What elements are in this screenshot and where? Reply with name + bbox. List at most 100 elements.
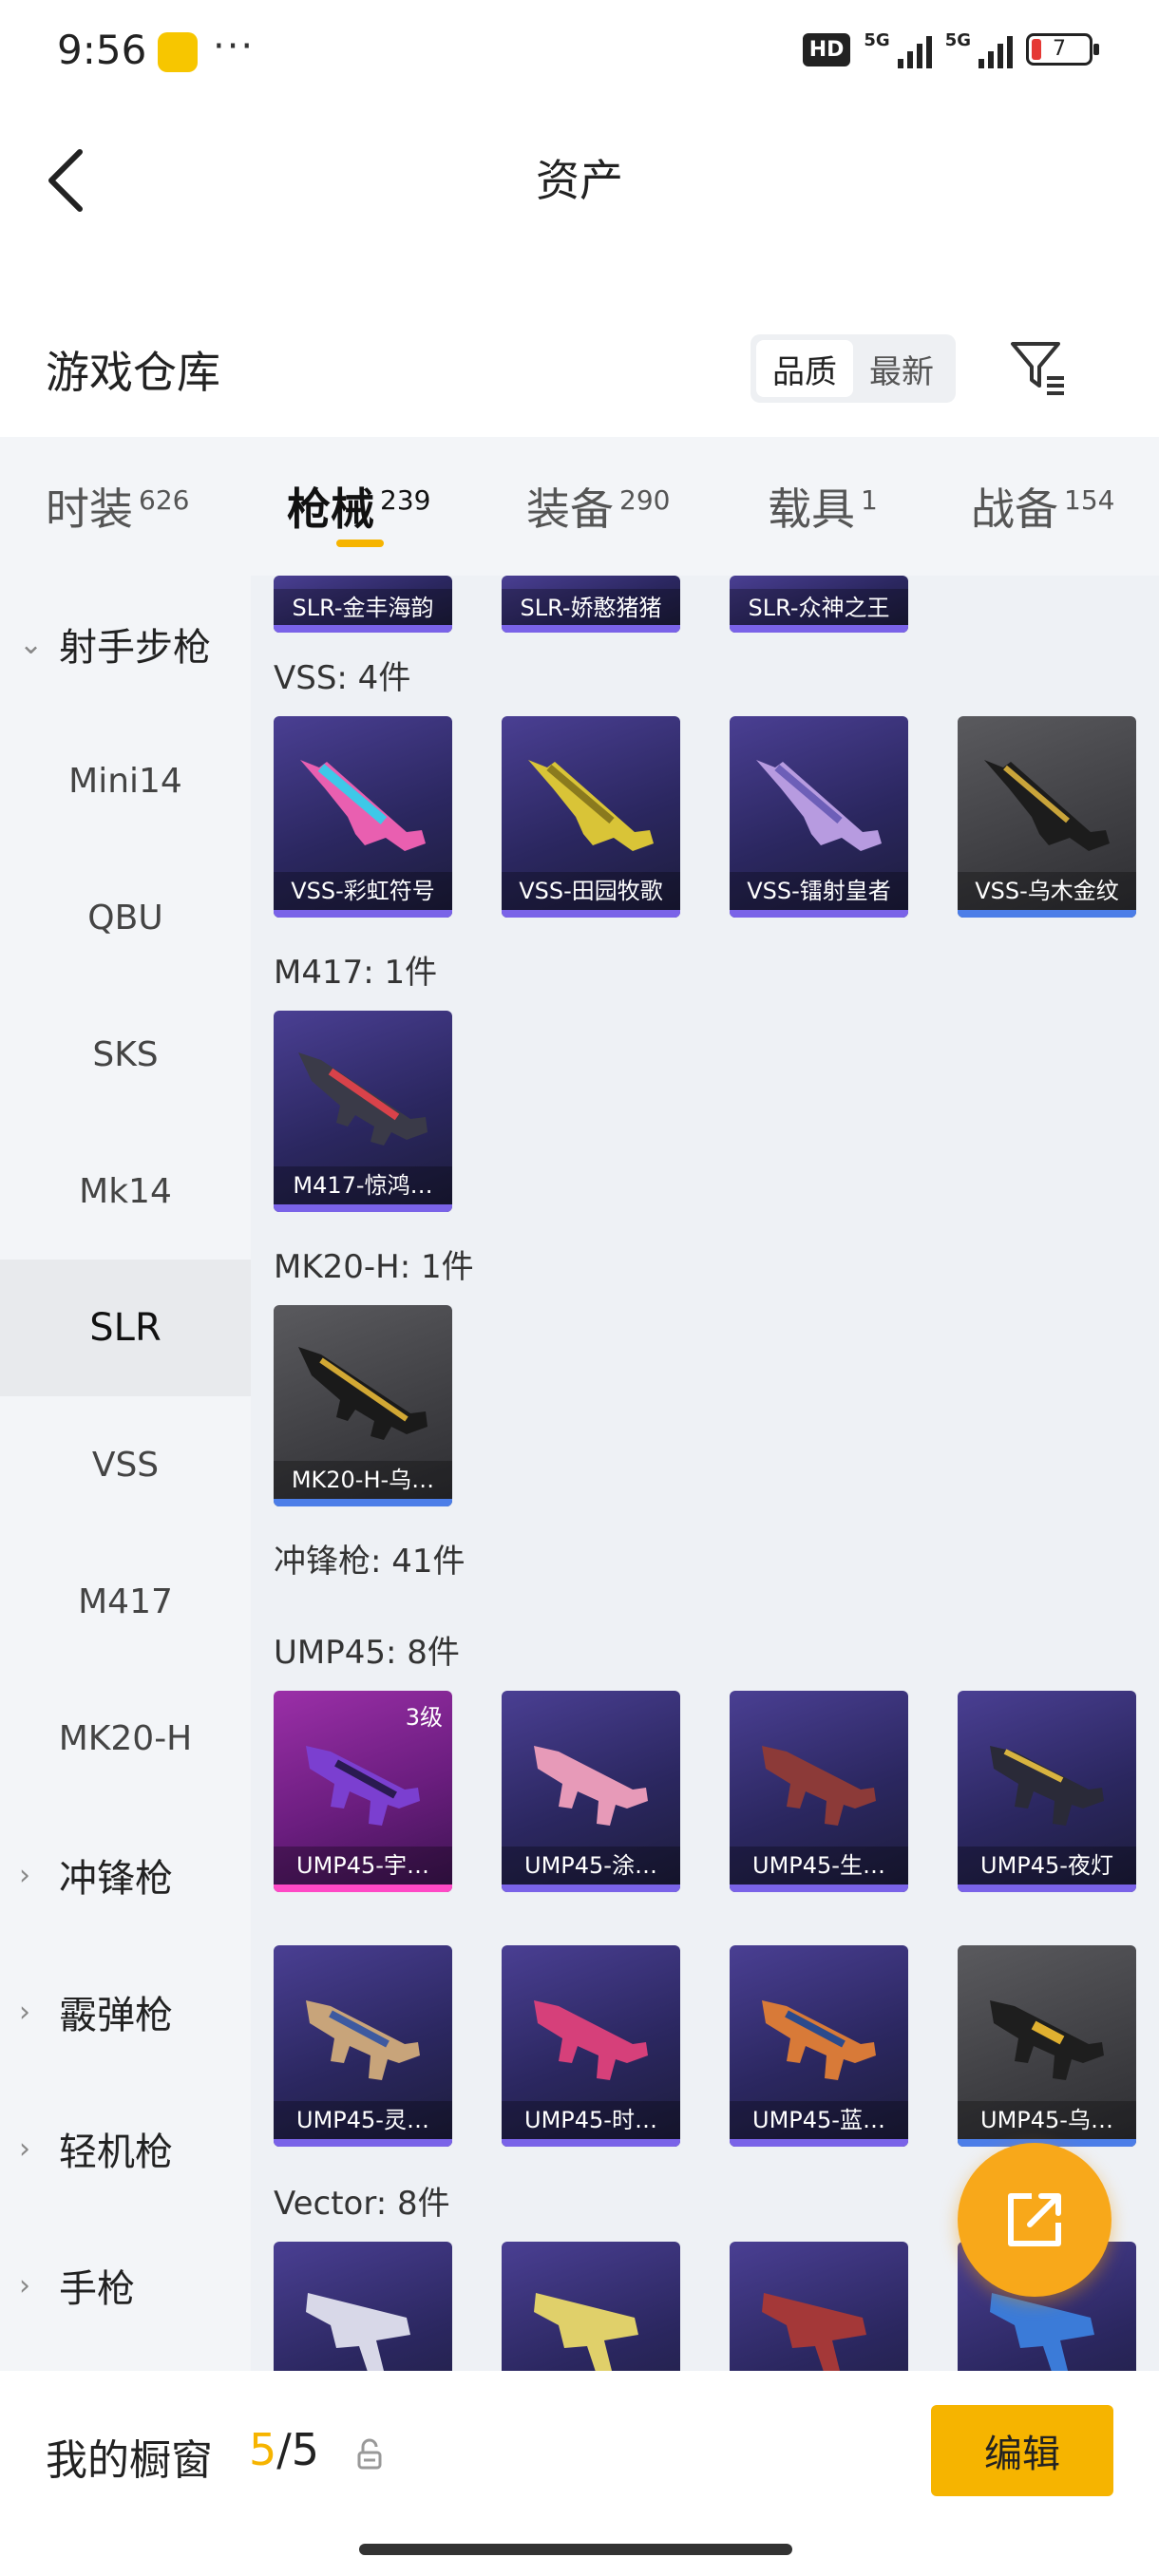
- tab-active-indicator: [336, 540, 384, 547]
- weapon-card-name: SLR-众神之王: [730, 589, 908, 627]
- tab-label: 时装: [46, 483, 133, 535]
- status-right: HD 5G 5G 7: [802, 30, 1099, 68]
- lock-icon: [357, 2438, 382, 2470]
- weapon-card[interactable]: SLR-金丰海韵: [274, 576, 452, 633]
- weapon-card[interactable]: 3级 UMP45-宇…: [274, 1691, 452, 1892]
- status-time: 9:56: [57, 27, 147, 73]
- weapon-grid: SLR-金丰海韵 SLR-娇憨猪猪 SLR-众神之王 VSS: 4件 VSS-彩…: [251, 576, 1159, 2371]
- rarity-bar: [730, 1885, 908, 1892]
- smg-icon: [534, 1746, 648, 1826]
- edit-button[interactable]: 编辑: [931, 2405, 1113, 2496]
- weapon-card-name: VSS-镭射皇者: [730, 872, 908, 910]
- weapon-type-sidebar: ⌄ 射手步枪 Mini14 QBU SKS Mk14 SLR VSS M417 …: [0, 576, 251, 2371]
- weapon-card[interactable]: UMP45-灵…: [274, 1945, 452, 2147]
- chevron-right-icon: ›: [19, 2268, 30, 2302]
- weapon-card[interactable]: M417-惊鸿…: [274, 1011, 452, 1212]
- sidebar-item-label: SKS: [92, 1034, 159, 1074]
- showcase-total: 5: [291, 2424, 320, 2475]
- tab-count: 239: [380, 483, 431, 516]
- smg-icon: [762, 2000, 876, 2080]
- weapon-card-name: VSS-田园牧歌: [502, 872, 680, 910]
- sort-quality-button[interactable]: 品质: [756, 340, 853, 397]
- warehouse-title: 游戏仓库: [46, 347, 220, 398]
- sidebar-item-mini14[interactable]: Mini14: [0, 712, 251, 849]
- filter-icon[interactable]: [1007, 336, 1068, 397]
- assault-rifle-icon: [298, 1347, 428, 1440]
- home-indicator[interactable]: [359, 2544, 792, 2555]
- sidebar-item-mk20h[interactable]: MK20-H: [0, 1670, 251, 1807]
- hd-badge: HD: [802, 32, 851, 66]
- weapon-card[interactable]: VSS-彩虹符号: [274, 716, 452, 918]
- app-header: 资产: [0, 114, 1159, 247]
- sort-toggle: 品质 最新: [750, 334, 956, 403]
- sidebar-item-slr[interactable]: SLR: [0, 1260, 251, 1396]
- sidebar-item-label: 霰弹枪: [59, 1994, 173, 2037]
- weapon-card[interactable]: [730, 2242, 908, 2371]
- app-notification-icon: [158, 32, 198, 72]
- rarity-bar: [958, 910, 1136, 918]
- battery-icon: 7: [1026, 33, 1099, 66]
- weapon-card[interactable]: UMP45-时…: [502, 1945, 680, 2147]
- section-label-m417: M417: 1件: [274, 954, 438, 992]
- weapon-card-name: UMP45-生…: [730, 1847, 908, 1885]
- sidebar-item-label: M417: [78, 1582, 173, 1621]
- weapon-card[interactable]: UMP45-涂…: [502, 1691, 680, 1892]
- weapon-card[interactable]: VSS-镭射皇者: [730, 716, 908, 918]
- section-label-smg: 冲锋枪: 41件: [274, 1543, 466, 1581]
- smg-icon: [306, 1746, 420, 1826]
- tab-count: 290: [619, 483, 671, 516]
- rarity-bar: [274, 625, 452, 633]
- weapon-card[interactable]: [274, 2242, 452, 2371]
- sidebar-item-m417[interactable]: M417: [0, 1533, 251, 1670]
- sidebar-item-shotgun[interactable]: › 霰弹枪: [0, 1943, 251, 2080]
- sidebar-item-label: MK20-H: [58, 1718, 193, 1758]
- weapon-card-name: SLR-娇憨猪猪: [502, 589, 680, 627]
- sidebar-item-label: 冲锋枪: [59, 1857, 173, 1901]
- section-label-mk20h: MK20-H: 1件: [274, 1248, 474, 1286]
- tab-equipment[interactable]: 装备 290: [526, 437, 670, 576]
- rarity-bar: [274, 1885, 452, 1892]
- weapon-card[interactable]: UMP45-生…: [730, 1691, 908, 1892]
- smg-icon: [306, 2293, 410, 2371]
- sort-newest-button[interactable]: 最新: [853, 340, 950, 397]
- sidebar-item-pistol[interactable]: › 手枪: [0, 2217, 251, 2354]
- tab-label: 枪械: [287, 483, 374, 535]
- status-bar: 9:56 ··· HD 5G 5G 7: [0, 0, 1159, 104]
- sidebar-item-mk14[interactable]: Mk14: [0, 1123, 251, 1260]
- tab-supplies[interactable]: 战备 154: [971, 437, 1114, 576]
- sidebar-item-smg[interactable]: › 冲锋枪: [0, 1807, 251, 1943]
- more-notifications-icon: ···: [213, 25, 256, 68]
- sidebar-item-qbu[interactable]: QBU: [0, 849, 251, 986]
- sidebar-item-label: Mk14: [79, 1171, 172, 1211]
- weapon-card-name: UMP45-夜灯: [958, 1847, 1136, 1885]
- weapon-card[interactable]: [502, 2242, 680, 2371]
- tab-vehicles[interactable]: 载具 1: [768, 437, 878, 576]
- sidebar-item-marksman-rifles[interactable]: ⌄ 射手步枪: [0, 576, 251, 712]
- share-external-icon: [1008, 2193, 1061, 2246]
- smg-icon: [534, 2293, 638, 2371]
- weapon-card[interactable]: VSS-田园牧歌: [502, 716, 680, 918]
- weapon-card[interactable]: MK20-H-乌…: [274, 1305, 452, 1506]
- tab-fashion[interactable]: 时装 626: [46, 437, 189, 576]
- weapon-card[interactable]: UMP45-夜灯: [958, 1691, 1136, 1892]
- weapon-card[interactable]: SLR-众神之王: [730, 576, 908, 633]
- showcase-label: 我的橱窗: [46, 2436, 213, 2485]
- showcase-bar: 我的橱窗 5/5 编辑: [0, 2371, 1159, 2576]
- assault-rifle-icon: [298, 1052, 428, 1146]
- weapon-card-name: UMP45-宇…: [274, 1847, 452, 1885]
- chevron-right-icon: ›: [19, 1858, 30, 1892]
- share-button[interactable]: [958, 2143, 1112, 2297]
- tab-guns[interactable]: 枪械 239: [287, 437, 430, 576]
- network-type-1: 5G: [864, 30, 890, 50]
- weapon-card[interactable]: UMP45-乌…: [958, 1945, 1136, 2147]
- weapon-card[interactable]: VSS-乌木金纹: [958, 716, 1136, 918]
- weapon-card-name: VSS-彩虹符号: [274, 872, 452, 910]
- sidebar-item-vss[interactable]: VSS: [0, 1396, 251, 1533]
- rarity-bar: [958, 1885, 1136, 1892]
- weapon-card[interactable]: SLR-娇憨猪猪: [502, 576, 680, 633]
- sidebar-item-sks[interactable]: SKS: [0, 986, 251, 1123]
- sidebar-item-lmg[interactable]: › 轻机枪: [0, 2080, 251, 2217]
- weapon-card[interactable]: UMP45-蓝…: [730, 1945, 908, 2147]
- smg-icon: [762, 1746, 876, 1826]
- sidebar-item-label: Mini14: [68, 761, 182, 801]
